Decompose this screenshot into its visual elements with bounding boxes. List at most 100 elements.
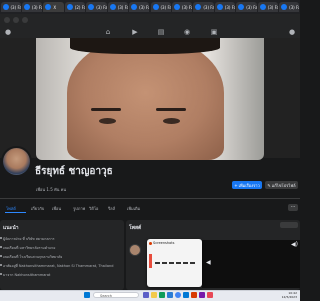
volume-icon[interactable]: ◀) — [291, 241, 298, 248]
browser-tab[interactable]: (2) Fa — [64, 2, 86, 12]
cover-right-brow — [156, 108, 186, 111]
facebook-tab-icon — [195, 4, 202, 10]
profile-tab[interactable]: วิดีโอ — [89, 205, 98, 212]
add-story-button[interactable]: + เพิ่มเรื่องราว — [232, 181, 262, 189]
cover-left-brow — [91, 108, 121, 111]
browser-tab[interactable]: (3) Fa — [129, 2, 150, 12]
start-icon[interactable] — [84, 292, 90, 298]
browser-tab[interactable]: (3) Fa — [86, 2, 107, 12]
pencil-icon: ✎ — [267, 182, 271, 188]
friend-count[interactable]: เพื่อน 1.5 พัน คน — [36, 186, 66, 193]
intro-row: ผู้จัดการฝ่าย ที่ บริษัท สยามกลการ — [3, 237, 55, 241]
avatar[interactable] — [3, 148, 30, 175]
excel-icon[interactable] — [159, 292, 165, 298]
facebook-tab-icon — [2, 4, 9, 10]
thumbnail-bar — [155, 262, 160, 264]
facebook-tab-icon — [23, 4, 30, 10]
browser-tab-label: (3) Fa — [10, 4, 21, 10]
browser-tab-label: (3) Fa — [139, 4, 150, 10]
posts-title: โพสต์ — [129, 225, 142, 231]
thumbnail-bar — [176, 262, 181, 264]
intro-row-icon — [0, 237, 2, 239]
facebook-tab-icon — [152, 4, 159, 10]
browser-tab[interactable]: (3) Fa — [214, 2, 236, 12]
thumbnail-bar — [183, 262, 188, 264]
intro-row-icon — [0, 273, 2, 275]
intro-row: เคยเรียนที่ โรงเรียนสวนกุหลาบวิทยาลัย — [3, 255, 63, 259]
forward-icon[interactable] — [13, 17, 19, 23]
browser-tab[interactable]: (3) Fa — [279, 2, 300, 12]
account-icon[interactable]: ● — [288, 28, 296, 36]
powerpoint-icon[interactable] — [191, 292, 197, 298]
thumbnail-bar — [190, 262, 195, 264]
profile-tab[interactable]: เกี่ยวกับ — [31, 205, 44, 212]
marketplace-icon[interactable]: ▤ — [157, 28, 165, 36]
intro-row: อาศัยอยู่ที่ Nakhonsithammarat, Nakhon S… — [3, 264, 114, 268]
browser-tab[interactable]: (3) Fa — [21, 2, 43, 12]
intro-row-icon — [0, 246, 2, 248]
profile-tab[interactable]: โพสต์ — [6, 205, 16, 212]
cover-left-eye — [99, 118, 116, 124]
facebook-tab-icon — [131, 4, 138, 10]
profile-tab[interactable]: รีลส์ — [108, 205, 115, 212]
posts-filter-button[interactable] — [280, 222, 298, 228]
browser-tab[interactable]: (3) Fa — [171, 2, 193, 12]
browser-tab[interactable]: (3) Fa — [257, 2, 279, 12]
back-icon[interactable] — [4, 17, 10, 23]
browser-tab-label: (3) Fa — [160, 4, 171, 10]
more-options-button[interactable]: ··· — [288, 204, 298, 211]
word-icon[interactable] — [167, 292, 173, 298]
facebook-tab-icon — [216, 4, 223, 10]
teams-icon[interactable] — [143, 292, 149, 298]
screenshot-title: Screenshots — [153, 241, 175, 245]
app-icon[interactable] — [207, 292, 213, 298]
chrome-icon[interactable] — [175, 292, 181, 298]
cover-hair — [70, 38, 220, 54]
browser-tab[interactable]: X — [43, 2, 64, 12]
home-icon[interactable]: ⌂ — [104, 28, 112, 36]
edge-icon[interactable] — [183, 292, 189, 298]
taskbar-search-input[interactable]: Search — [93, 292, 139, 298]
intro-row-icon — [0, 264, 2, 266]
add-story-label: เพิ่มเรื่องราว — [238, 182, 260, 188]
file-explorer-icon[interactable] — [151, 292, 157, 298]
video-icon[interactable]: ▶ — [131, 28, 139, 36]
intro-title: แนะนำ — [3, 225, 19, 231]
cover-right-eye — [163, 118, 180, 124]
browser-tab-label: (3) Fa — [289, 4, 300, 10]
clock-date: 12/5/2023 — [281, 295, 297, 299]
intro-row: มาจาก Nakhonsithammarat — [3, 273, 51, 277]
browser-tab[interactable]: (3) Fa — [193, 2, 214, 12]
profile-tab[interactable]: รูปภาพ — [73, 205, 85, 212]
plus-icon: + — [234, 182, 238, 188]
taskbar — [0, 290, 300, 301]
facebook-tab-icon — [66, 4, 73, 10]
profile-name: ธีรยุทธ์ ชาญอาวุธ — [35, 166, 113, 177]
reload-icon[interactable] — [22, 17, 28, 23]
screenshot-app-icon — [149, 242, 152, 245]
facebook-logo-icon[interactable]: ● — [4, 28, 12, 36]
browser-tab[interactable]: (3) Fa — [107, 2, 129, 12]
facebook-tab-icon — [109, 4, 116, 10]
browser-tab-label: (3) Fa — [117, 4, 129, 10]
facebook-tab-icon — [173, 4, 180, 10]
facebook-tab-icon — [88, 4, 95, 10]
profile-tab[interactable]: เพื่อน — [52, 205, 61, 212]
browser-tab[interactable]: (3) Fa — [150, 2, 171, 12]
browser-tab-label: (3) Fa — [267, 4, 279, 10]
taskbar-clock[interactable]: 10:42 12/5/2023 — [282, 291, 297, 299]
facebook-tab-icon — [259, 4, 266, 10]
groups-icon[interactable]: ◉ — [183, 28, 191, 36]
gaming-icon[interactable]: ▣ — [210, 28, 218, 36]
browser-tab[interactable]: (3) Fa — [236, 2, 257, 12]
profile-tab[interactable]: เพิ่มเติม — [127, 205, 140, 212]
thumbnail-marker — [149, 254, 152, 268]
browser-tab[interactable]: (3) Fa — [0, 2, 21, 12]
post-video[interactable] — [202, 240, 300, 288]
intro-row: เคยเรียนที่ มหาวิทยาลัยรามคำแหง — [3, 246, 56, 250]
edit-profile-button[interactable]: ✎ แก้ไขโปรไฟล์ — [265, 181, 298, 189]
post-author-avatar[interactable] — [129, 244, 141, 256]
previous-arrow-icon[interactable]: ◀ — [206, 259, 211, 266]
onenote-icon[interactable] — [199, 292, 205, 298]
browser-tab-label: (3) Fa — [181, 4, 193, 10]
